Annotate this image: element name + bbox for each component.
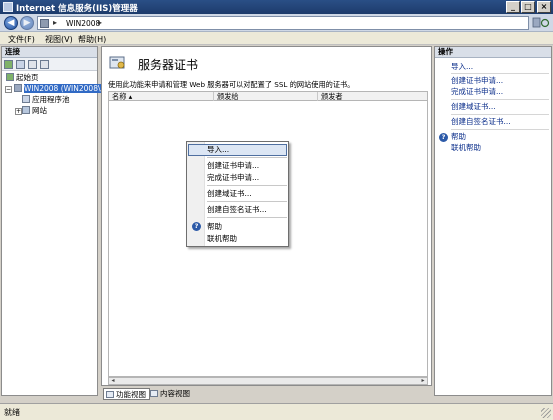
menu-view[interactable]: 视图(V) bbox=[45, 34, 73, 45]
tree-item-label: 网站 bbox=[32, 106, 47, 115]
menu-file[interactable]: 文件(F) bbox=[8, 34, 35, 45]
connections-toolbar bbox=[2, 58, 97, 71]
tree-item-app-pools[interactable]: 应用程序池 bbox=[22, 95, 70, 105]
tab-label: 内容视图 bbox=[160, 389, 190, 398]
features-view-icon bbox=[106, 391, 114, 398]
action-separator bbox=[451, 129, 549, 130]
column-issued-by[interactable]: 颁发者 bbox=[318, 92, 428, 101]
action-separator bbox=[451, 114, 549, 115]
menu-separator bbox=[207, 185, 287, 186]
menu-help[interactable]: 帮助(H) bbox=[78, 34, 106, 45]
tree-item-sites[interactable]: 网站 bbox=[22, 106, 47, 116]
save-icon[interactable] bbox=[16, 60, 25, 69]
connect-icon[interactable] bbox=[4, 60, 13, 69]
connections-header: 连接 bbox=[2, 47, 97, 58]
content-view-icon bbox=[150, 390, 158, 397]
delete-icon[interactable] bbox=[40, 60, 49, 69]
certificate-grid-header: 名称 ▴ 颁发给 颁发者 bbox=[108, 91, 428, 101]
window-title: Internet 信息服务(IIS)管理器 bbox=[16, 4, 138, 14]
address-bar: ◀ ▶ ▸ WIN2008 ▸ bbox=[0, 14, 553, 32]
action-help[interactable]: 帮助 bbox=[451, 132, 466, 142]
action-create-domain-cert[interactable]: 创建域证书... bbox=[451, 102, 496, 112]
back-button[interactable]: ◀ bbox=[4, 16, 18, 30]
up-icon[interactable] bbox=[28, 60, 37, 69]
certificate-icon bbox=[108, 54, 128, 72]
menu-item-help[interactable]: 帮助 bbox=[207, 221, 222, 232]
menu-item-online-help[interactable]: 联机帮助 bbox=[207, 233, 237, 244]
action-online-help[interactable]: 联机帮助 bbox=[451, 143, 481, 153]
tree-item-label: WIN2008 (WIN2008\Ad bbox=[24, 84, 111, 93]
horizontal-scrollbar[interactable]: ◂ ▸ bbox=[108, 377, 428, 385]
menu-item-create-self-signed-cert[interactable]: 创建自签名证书... bbox=[207, 204, 267, 215]
page-title: 服务器证书 bbox=[138, 58, 199, 72]
start-page-icon bbox=[6, 73, 14, 81]
app-pool-icon bbox=[22, 95, 30, 103]
collapse-icon[interactable]: − bbox=[5, 86, 12, 93]
minimize-button[interactable]: _ bbox=[506, 1, 520, 13]
menu-item-create-domain-cert[interactable]: 创建域证书... bbox=[207, 188, 252, 199]
breadcrumb[interactable]: ▸ WIN2008 ▸ bbox=[37, 16, 529, 30]
sites-icon bbox=[22, 106, 30, 114]
resize-grip-icon[interactable] bbox=[541, 408, 551, 418]
page-description: 使用此功能来申请和管理 Web 服务器可以对配置了 SSL 的网站使用的证书。 bbox=[108, 80, 355, 89]
menu-bar: 文件(F) 视图(V) 帮助(H) bbox=[0, 32, 553, 45]
action-complete-cert-request[interactable]: 完成证书申请... bbox=[451, 87, 503, 97]
tab-content-view[interactable]: 内容视图 bbox=[148, 388, 193, 400]
scroll-right-icon[interactable]: ▸ bbox=[419, 378, 427, 384]
tree-item-start-page[interactable]: 起始页 bbox=[6, 73, 39, 83]
context-menu: 导入... 创建证书申请... 完成证书申请... 创建域证书... 创建自签名… bbox=[186, 141, 289, 247]
action-create-cert-request[interactable]: 创建证书申请... bbox=[451, 76, 503, 86]
menu-separator bbox=[207, 201, 287, 202]
menu-item-create-cert-request[interactable]: 创建证书申请... bbox=[207, 160, 259, 171]
breadcrumb-separator[interactable]: ▸ bbox=[98, 18, 102, 27]
actions-pane: 操作 导入... 创建证书申请... 完成证书申请... 创建域证书... 创建… bbox=[434, 46, 552, 396]
tree-item-label: 起始页 bbox=[16, 73, 39, 82]
tree-item-server[interactable]: WIN2008 (WIN2008\Ad bbox=[14, 84, 111, 94]
tab-label: 功能视图 bbox=[116, 390, 146, 399]
action-separator bbox=[451, 99, 549, 100]
tree-item-label: 应用程序池 bbox=[32, 95, 70, 104]
server-icon bbox=[40, 19, 49, 28]
actions-header: 操作 bbox=[435, 47, 551, 58]
action-separator bbox=[451, 73, 549, 74]
view-switcher: 功能视图 内容视图 bbox=[101, 388, 432, 401]
status-bar: 就绪 bbox=[0, 403, 553, 420]
column-name[interactable]: 名称 ▴ bbox=[109, 92, 214, 101]
status-text: 就绪 bbox=[4, 408, 20, 417]
menu-separator bbox=[207, 217, 287, 218]
maximize-button[interactable]: □ bbox=[521, 1, 535, 13]
breadcrumb-item-server[interactable]: WIN2008 bbox=[66, 19, 100, 28]
action-import[interactable]: 导入... bbox=[451, 62, 473, 72]
refresh-icon[interactable] bbox=[532, 17, 550, 29]
server-icon bbox=[14, 84, 22, 92]
forward-button[interactable]: ▶ bbox=[20, 16, 34, 30]
column-issued-to[interactable]: 颁发给 bbox=[214, 92, 318, 101]
menu-item-import[interactable]: 导入... bbox=[207, 144, 229, 155]
iis-app-icon bbox=[3, 2, 13, 12]
breadcrumb-separator[interactable]: ▸ bbox=[53, 18, 57, 27]
scroll-left-icon[interactable]: ◂ bbox=[109, 378, 117, 384]
help-icon: ? bbox=[439, 133, 448, 142]
context-menu-hover bbox=[188, 144, 287, 156]
action-create-self-signed-cert[interactable]: 创建自签名证书... bbox=[451, 117, 511, 127]
title-bar: Internet 信息服务(IIS)管理器 _ □ × bbox=[0, 0, 553, 14]
tab-features-view[interactable]: 功能视图 bbox=[103, 388, 150, 400]
close-button[interactable]: × bbox=[537, 1, 551, 13]
expand-icon[interactable]: + bbox=[15, 108, 22, 115]
help-icon: ? bbox=[192, 222, 201, 231]
menu-separator bbox=[207, 157, 287, 158]
menu-item-complete-cert-request[interactable]: 完成证书申请... bbox=[207, 172, 259, 183]
connections-pane: 连接 起始页 − WIN2008 (WIN2008\Ad 应用程序池 + 网站 bbox=[1, 46, 111, 396]
